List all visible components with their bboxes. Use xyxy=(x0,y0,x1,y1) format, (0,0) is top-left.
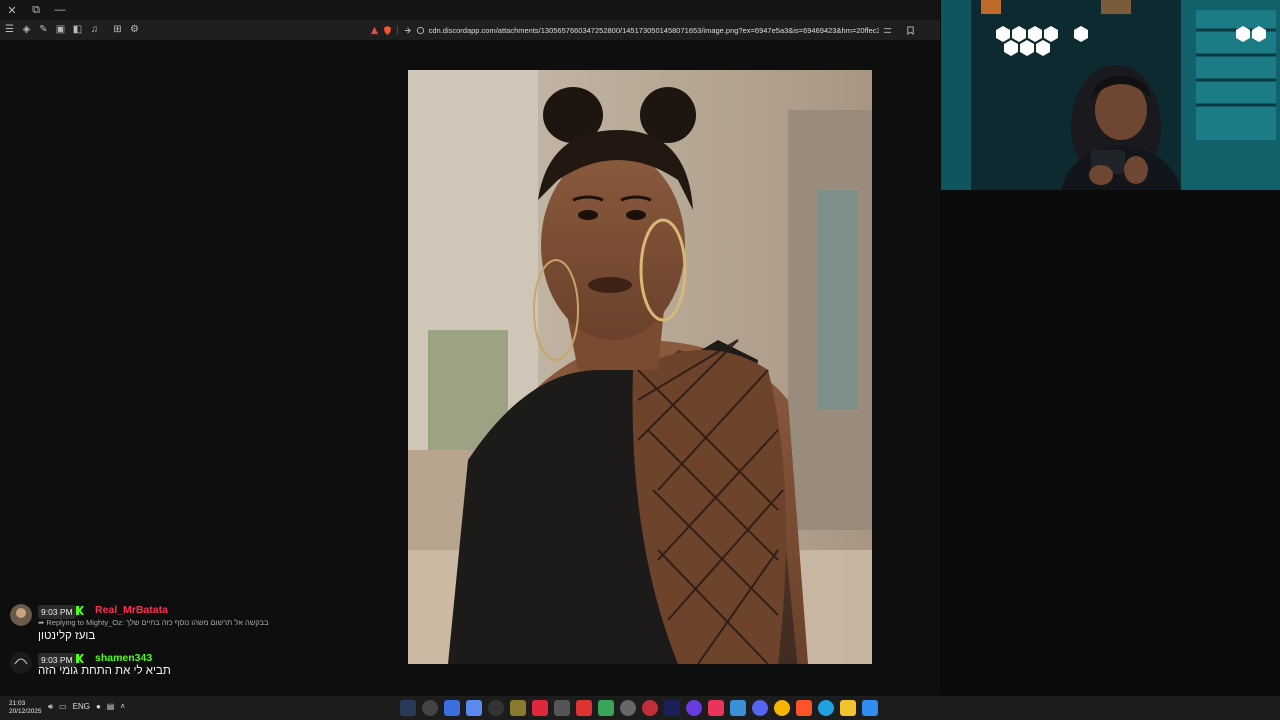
volume-icon[interactable]: 🔊︎ xyxy=(48,702,53,712)
extensions-icon[interactable]: ✎ xyxy=(36,24,51,36)
address-bar[interactable]: | cdn.discordapp.com/attachments/1305657… xyxy=(370,22,930,38)
clock-date: 20/12/2025 xyxy=(9,708,42,715)
chat-message: 9:03 PM shamen343 תביא לי את התחת גומי ה… xyxy=(8,651,408,699)
microphone-icon[interactable]: ● xyxy=(96,702,101,712)
shield-toolbar-icon[interactable]: ◈ xyxy=(19,24,34,36)
app-icon[interactable] xyxy=(686,700,702,716)
app-icon[interactable] xyxy=(466,700,482,716)
app-icon[interactable] xyxy=(400,700,416,716)
system-clock[interactable]: 21:03 20/12/2025 xyxy=(9,700,42,716)
sidebar-icon[interactable]: ◧ xyxy=(70,24,85,36)
display-icon[interactable]: ▭ xyxy=(59,702,67,712)
brave-app-icon[interactable] xyxy=(796,700,812,716)
chat-message-text: תביא לי את התחת גומי הזה xyxy=(38,665,171,677)
settings-icon[interactable]: ⚙ xyxy=(127,24,142,36)
app-icon[interactable] xyxy=(444,700,460,716)
site-info-icon[interactable] xyxy=(416,26,425,35)
screenshot-icon[interactable]: ⊞ xyxy=(110,24,125,36)
windows-taskbar: 21:03 20/12/2025 🔊︎ ▭ ENG ● ▤ ˄ xyxy=(0,696,1280,720)
message-timestamp: 9:03 PM xyxy=(38,605,76,619)
app-icon[interactable] xyxy=(576,700,592,716)
app-icon[interactable] xyxy=(598,700,614,716)
menu-icon[interactable]: ☰ xyxy=(2,24,17,36)
edge-app-icon[interactable] xyxy=(818,700,834,716)
reply-context: ➦ Replying to Mighty_Oz: בבקשה אל תרשום … xyxy=(38,618,269,627)
minimize-window-button[interactable]: — xyxy=(48,4,72,16)
user-avatar[interactable] xyxy=(10,652,32,674)
app-icon[interactable] xyxy=(510,700,526,716)
clock-time: 21:03 xyxy=(9,700,26,707)
app-icon[interactable] xyxy=(422,700,438,716)
bookmark-icon[interactable] xyxy=(906,25,915,35)
stream-chat: 9:03 PM Real_MrBatata ➦ Replying to Migh… xyxy=(8,603,408,699)
divider: | xyxy=(396,24,399,36)
app-icon[interactable] xyxy=(532,700,548,716)
app-icon[interactable] xyxy=(730,700,746,716)
app-icon[interactable] xyxy=(642,700,658,716)
restore-window-button[interactable]: ⧉ xyxy=(24,4,48,17)
chat-username[interactable]: shamen343 xyxy=(95,652,152,664)
brave-shield-icon[interactable] xyxy=(383,25,392,35)
system-tray: 🔊︎ ▭ ENG ● ▤ ˄ xyxy=(48,702,125,712)
file-explorer-icon[interactable] xyxy=(840,700,856,716)
discord-attachment-image[interactable] xyxy=(408,70,872,664)
close-window-button[interactable]: ✕ xyxy=(0,4,24,17)
taskbar-apps xyxy=(400,700,878,716)
app-icon[interactable] xyxy=(554,700,570,716)
streamer-webcam xyxy=(941,0,1280,190)
translate-icon[interactable] xyxy=(883,26,892,35)
music-app-icon[interactable] xyxy=(708,700,724,716)
chat-message-text: בועז קלינטון xyxy=(38,630,96,642)
language-indicator[interactable]: ENG xyxy=(73,702,90,712)
discord-app-icon[interactable] xyxy=(752,700,768,716)
premiere-app-icon[interactable] xyxy=(664,700,680,716)
right-empty-pane xyxy=(940,190,1280,695)
show-hidden-icons-chevron-icon[interactable]: ˄ xyxy=(120,702,125,712)
url-text[interactable]: cdn.discordapp.com/attachments/130565766… xyxy=(429,26,879,35)
music-icon[interactable]: ♫ xyxy=(87,24,102,36)
window-titlebar: ✕ ⧉ — xyxy=(0,0,940,20)
network-icon[interactable]: ▤ xyxy=(107,702,115,712)
chat-username[interactable]: Real_MrBatata xyxy=(95,604,168,616)
user-avatar[interactable] xyxy=(10,604,32,626)
chrome-app-icon[interactable] xyxy=(774,700,790,716)
tabs-icon[interactable]: ▣ xyxy=(53,24,68,36)
settings-app-icon[interactable] xyxy=(620,700,636,716)
kick-badge-icon xyxy=(76,654,84,663)
share-icon[interactable] xyxy=(403,26,412,35)
browser-toolbar: ☰ ◈ ✎ ▣ ◧ ♫ ⊞ ⚙ | cdn.discordapp.com/att… xyxy=(0,20,940,40)
app-icon[interactable] xyxy=(488,700,504,716)
webcam-feed xyxy=(941,0,1280,190)
alert-triangle-icon[interactable] xyxy=(370,26,379,35)
portrait-photo xyxy=(408,70,872,664)
chat-message: 9:03 PM Real_MrBatata ➦ Replying to Migh… xyxy=(8,603,408,651)
kick-badge-icon xyxy=(76,606,84,615)
windows-start-icon[interactable] xyxy=(862,700,878,716)
